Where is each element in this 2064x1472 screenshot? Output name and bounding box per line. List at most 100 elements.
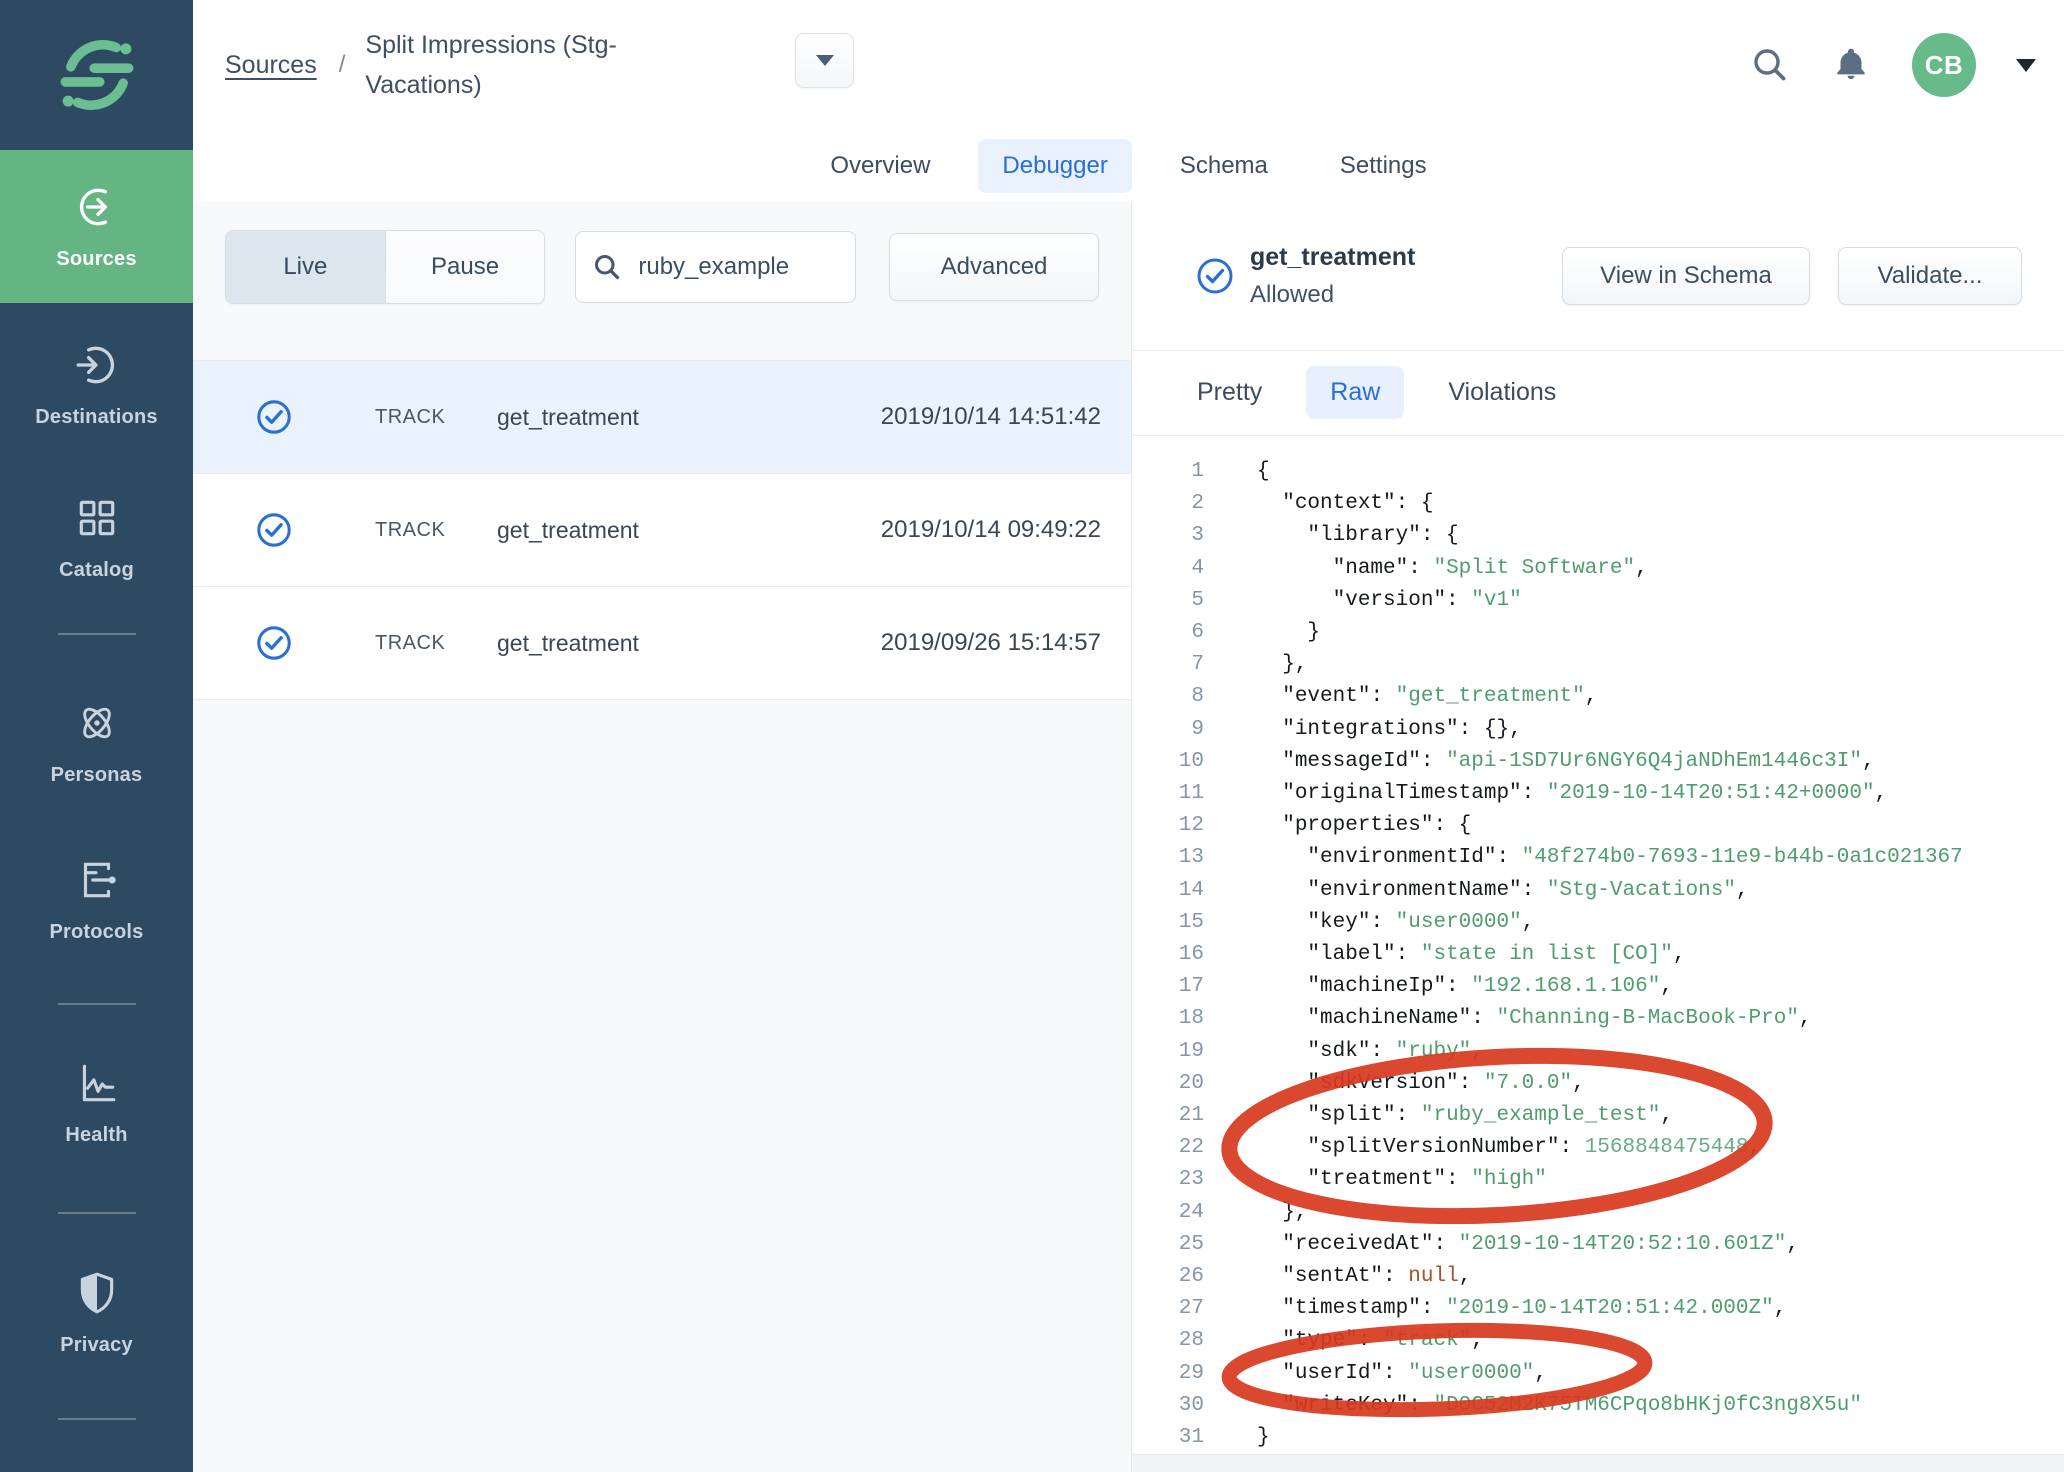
line-number: 6: [1132, 617, 1204, 649]
segment-logo-icon: [53, 31, 141, 119]
code-line: 30 "writeKey": "D0C52M2K75TM6CPqo8bHKj0f…: [1132, 1390, 2064, 1422]
sidebar-item-label: Destinations: [0, 406, 193, 429]
line-number: 28: [1132, 1325, 1204, 1357]
code-line: 1{: [1132, 456, 2064, 488]
payload-view-tabs: Pretty Raw Violations: [1132, 350, 2064, 436]
search-icon[interactable]: [1750, 45, 1790, 85]
event-detail-header: get_treatment Allowed View in Schema Val…: [1132, 202, 2064, 351]
sidebar-item-protocols[interactable]: Protocols: [0, 825, 193, 965]
line-number: 20: [1132, 1068, 1204, 1100]
page-title: Split Impressions (Stg-Vacations): [365, 25, 677, 105]
sidebar-item-privacy[interactable]: Privacy: [0, 1238, 193, 1378]
event-type: TRACK: [375, 519, 465, 542]
validate-button[interactable]: Validate...: [1838, 247, 2022, 305]
line-number: 13: [1132, 842, 1204, 874]
advanced-button[interactable]: Advanced: [889, 233, 1099, 301]
line-number: 23: [1132, 1164, 1204, 1196]
event-row[interactable]: TRACKget_treatment2019/09/26 15:14:57: [193, 587, 1131, 700]
event-row[interactable]: TRACKget_treatment2019/10/14 09:49:22: [193, 474, 1131, 587]
source-switcher-button[interactable]: [795, 33, 854, 88]
sidebar-item-sources[interactable]: Sources: [0, 150, 193, 303]
line-number: 5: [1132, 585, 1204, 617]
sidebar-item-health[interactable]: Health: [0, 1028, 193, 1168]
code-line: 14 "environmentName": "Stg-Vacations",: [1132, 875, 2064, 907]
code-line: 17 "machineIp": "192.168.1.106",: [1132, 971, 2064, 1003]
sidebar-item-personas[interactable]: Personas: [0, 668, 193, 808]
code-line: 13 "environmentId": "48f274b0-7693-11e9-…: [1132, 842, 2064, 874]
line-number: 21: [1132, 1100, 1204, 1132]
tab-settings[interactable]: Settings: [1316, 139, 1451, 193]
event-search-box: [575, 231, 856, 303]
code-line: 27 "timestamp": "2019-10-14T20:51:42.000…: [1132, 1293, 2064, 1325]
sidebar-divider: [58, 1418, 136, 1420]
search-icon: [592, 252, 622, 282]
sources-icon: [74, 184, 120, 230]
tab-schema[interactable]: Schema: [1156, 139, 1292, 193]
avatar[interactable]: CB: [1912, 33, 1976, 97]
code-line: 24 },: [1132, 1197, 2064, 1229]
sidebar-divider: [58, 633, 136, 635]
code-line: 18 "machineName": "Channing-B-MacBook-Pr…: [1132, 1003, 2064, 1035]
check-circle-icon: [255, 398, 293, 436]
code-line: 3 "library": {: [1132, 520, 2064, 552]
tab-debugger[interactable]: Debugger: [978, 139, 1131, 193]
code-line: 29 "userId": "user0000",: [1132, 1358, 2064, 1390]
payload-tab-violations[interactable]: Violations: [1424, 366, 1580, 419]
health-icon: [74, 1060, 120, 1106]
code-line: 23 "treatment": "high": [1132, 1164, 2064, 1196]
line-number: 30: [1132, 1390, 1204, 1422]
line-number: 10: [1132, 746, 1204, 778]
code-line: 22 "splitVersionNumber": 1568848475448,: [1132, 1132, 2064, 1164]
line-number: 11: [1132, 778, 1204, 810]
raw-json-viewer[interactable]: 1{2 "context": {3 "library": {4 "name": …: [1132, 435, 2064, 1455]
sidebar-item-catalog[interactable]: Catalog: [0, 463, 193, 603]
line-number: 16: [1132, 939, 1204, 971]
code-line: 8 "event": "get_treatment",: [1132, 681, 2064, 713]
account-menu-caret-icon[interactable]: [2016, 59, 2036, 72]
line-number: 25: [1132, 1229, 1204, 1261]
check-circle-icon: [1195, 256, 1235, 296]
code-line: 9 "integrations": {},: [1132, 714, 2064, 746]
live-toggle-button[interactable]: Live: [226, 231, 385, 303]
check-circle-icon: [255, 624, 293, 662]
debugger-controls: Live Pause Advanced: [225, 228, 1099, 306]
destinations-icon: [74, 342, 120, 388]
pause-toggle-button[interactable]: Pause: [385, 231, 545, 303]
line-number: 29: [1132, 1358, 1204, 1390]
event-timestamp: 2019/10/14 14:51:42: [881, 403, 1101, 431]
event-row[interactable]: TRACKget_treatment2019/10/14 14:51:42: [193, 361, 1131, 474]
sidebar-divider: [58, 1212, 136, 1214]
line-number: 8: [1132, 681, 1204, 713]
line-number: 4: [1132, 553, 1204, 585]
line-number: 7: [1132, 649, 1204, 681]
line-number: 3: [1132, 520, 1204, 552]
code-line: 11 "originalTimestamp": "2019-10-14T20:5…: [1132, 778, 2064, 810]
code-line: 25 "receivedAt": "2019-10-14T20:52:10.60…: [1132, 1229, 2064, 1261]
breadcrumb: Sources / Split Impressions (Stg-Vacatio…: [225, 0, 677, 130]
tab-overview[interactable]: Overview: [806, 139, 954, 193]
chevron-down-icon: [816, 55, 834, 66]
line-number: 31: [1132, 1422, 1204, 1454]
panel-footer-strip: [1132, 1454, 2064, 1472]
line-number: 15: [1132, 907, 1204, 939]
breadcrumb-separator: /: [339, 51, 346, 79]
view-in-schema-button[interactable]: View in Schema: [1562, 247, 1810, 305]
sidebar-item-destinations[interactable]: Destinations: [0, 310, 193, 450]
segment-logo[interactable]: [0, 0, 193, 150]
code-line: 12 "properties": {: [1132, 810, 2064, 842]
privacy-icon: [74, 1270, 120, 1316]
event-rows: TRACKget_treatment2019/10/14 14:51:42TRA…: [193, 360, 1131, 700]
breadcrumb-sources-link[interactable]: Sources: [225, 51, 317, 80]
sidebar-item-label: Protocols: [0, 921, 193, 944]
event-timestamp: 2019/10/14 09:49:22: [881, 516, 1101, 544]
line-number: 18: [1132, 1003, 1204, 1035]
sidebar-item-label: Health: [0, 1124, 193, 1147]
payload-tab-raw[interactable]: Raw: [1306, 366, 1404, 419]
event-search-input[interactable]: [636, 252, 841, 282]
sidebar-item-label: Personas: [0, 764, 193, 787]
bell-icon[interactable]: [1830, 44, 1872, 86]
code-line: 31}: [1132, 1422, 2064, 1454]
line-number: 26: [1132, 1261, 1204, 1293]
payload-tab-pretty[interactable]: Pretty: [1173, 366, 1286, 419]
code-line: 26 "sentAt": null,: [1132, 1261, 2064, 1293]
